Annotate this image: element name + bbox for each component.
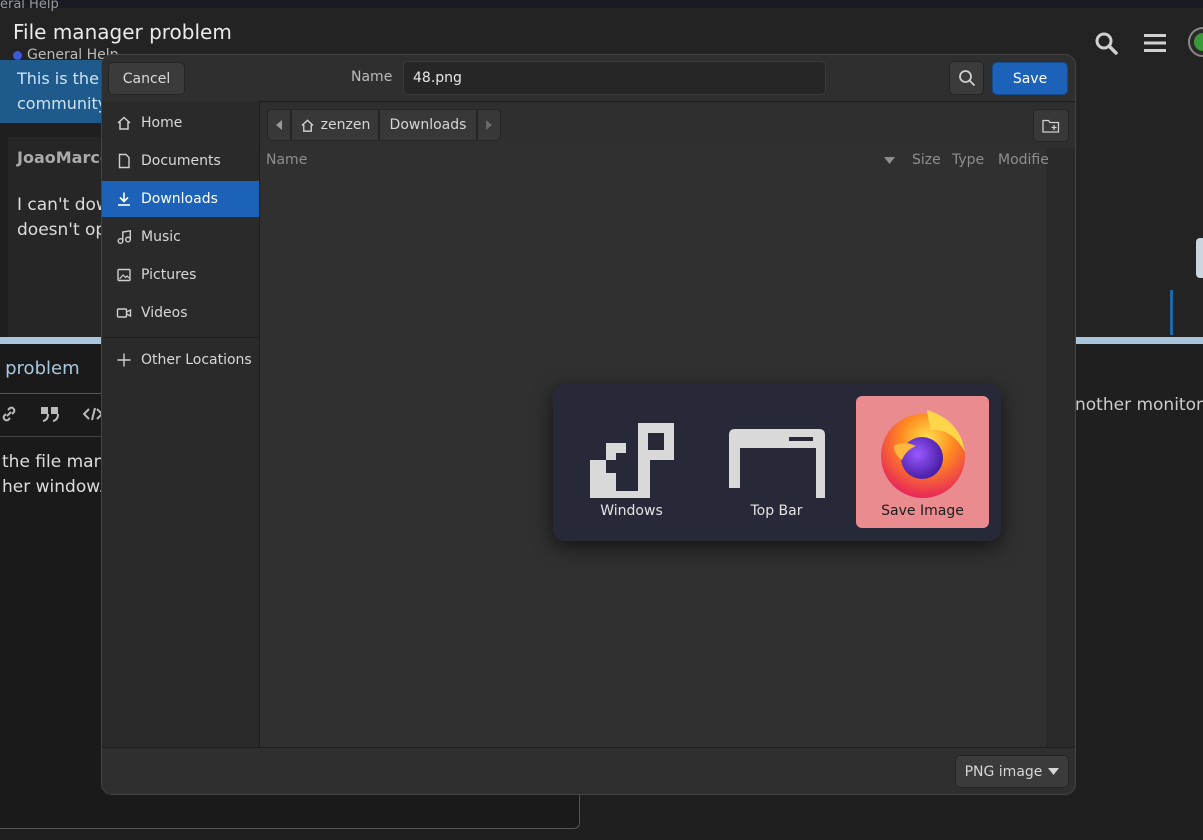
- plus-icon: [117, 353, 131, 367]
- filename-input[interactable]: [403, 61, 826, 95]
- windows-overview-icon: [590, 423, 674, 498]
- forum-breadcrumb[interactable]: eral Help: [0, 0, 59, 12]
- composer-line-2: her window.: [2, 477, 104, 497]
- sidebar-item-home[interactable]: Home: [102, 105, 259, 141]
- path-segment-label: zenzen: [320, 117, 371, 133]
- switcher-item-top-bar[interactable]: Top Bar: [710, 396, 843, 528]
- right-panel: [1075, 72, 1203, 337]
- download-icon: [118, 192, 130, 206]
- name-label: Name: [351, 69, 393, 85]
- search-icon: [958, 70, 975, 87]
- composer-line-1: the file mana: [2, 452, 115, 472]
- switcher-item-windows[interactable]: Windows: [565, 396, 698, 528]
- category-dot: [13, 50, 22, 60]
- switcher-label: Save Image: [881, 503, 964, 519]
- home-icon: [301, 118, 314, 132]
- banner-line-2: community: [17, 94, 108, 113]
- sidebar-item-documents[interactable]: Documents: [102, 143, 259, 179]
- sidebar-item-label: Documents: [141, 153, 221, 169]
- cancel-button[interactable]: Cancel: [108, 62, 185, 95]
- post-line-1: I can't dow: [17, 195, 110, 215]
- picture-icon: [117, 268, 131, 282]
- hamburger-menu-icon[interactable]: [1143, 31, 1167, 55]
- sidebar-item-label: Other Locations: [141, 352, 252, 368]
- column-name[interactable]: Name: [266, 152, 307, 168]
- path-scroll-left-button[interactable]: [267, 109, 291, 141]
- sidebar-item-videos[interactable]: Videos: [102, 295, 259, 331]
- path-segment-label: Downloads: [389, 117, 467, 133]
- path-segment-downloads[interactable]: Downloads: [379, 109, 477, 141]
- home-icon: [117, 116, 131, 130]
- window-switcher: Windows Top Bar Save Image: [553, 384, 1001, 541]
- composer-separator: [0, 393, 102, 394]
- path-bar: zenzen Downloads: [267, 109, 501, 141]
- sidebar-item-other-locations[interactable]: Other Locations: [102, 342, 259, 378]
- topic-title[interactable]: File manager problem: [13, 20, 232, 44]
- sidebar-separator: [102, 337, 259, 338]
- dialog-header: Cancel Name Save: [102, 55, 1075, 102]
- switcher-label: Top Bar: [750, 503, 803, 519]
- quote-icon[interactable]: [40, 405, 60, 423]
- sidebar-item-label: Videos: [141, 305, 188, 321]
- switcher-item-save-image[interactable]: Save Image: [856, 396, 989, 528]
- dialog-footer: PNG image: [102, 747, 1075, 794]
- timeline-line: [1170, 290, 1173, 335]
- preview-text: nother monitor o: [1075, 395, 1203, 415]
- list-scroll-area[interactable]: [1046, 148, 1075, 747]
- code-icon[interactable]: [83, 405, 103, 423]
- path-segment-home[interactable]: zenzen: [291, 109, 379, 141]
- sidebar-item-label: Home: [141, 115, 183, 131]
- post-body: I can't dow doesn't op: [17, 193, 110, 243]
- new-folder-icon: [1042, 119, 1060, 133]
- file-type-label: PNG image: [964, 763, 1043, 780]
- new-folder-button[interactable]: [1033, 109, 1069, 142]
- sidebar-item-downloads[interactable]: Downloads: [102, 181, 259, 217]
- top-bar-icon: [729, 429, 825, 498]
- save-button[interactable]: Save: [992, 62, 1068, 95]
- sidebar-item-pictures[interactable]: Pictures: [102, 257, 259, 293]
- post-author[interactable]: JoaoMarco: [17, 148, 111, 167]
- chevron-left-icon: [276, 120, 282, 130]
- document-icon: [118, 153, 130, 169]
- music-icon: [117, 229, 131, 244]
- right-panel-button[interactable]: [1196, 238, 1203, 278]
- column-headers: Name Size Type Modifie: [260, 148, 1049, 174]
- file-type-dropdown[interactable]: PNG image: [955, 755, 1069, 788]
- chevron-down-icon: [1048, 768, 1060, 775]
- composer-toolbar-separator: [0, 436, 102, 437]
- search-icon[interactable]: [1094, 31, 1118, 55]
- firefox-icon: [881, 410, 965, 498]
- browser-top-strip: [0, 0, 1203, 8]
- composer-body[interactable]: the file mana her window.: [2, 450, 115, 500]
- path-scroll-right-button[interactable]: [477, 109, 501, 141]
- sidebar-item-label: Music: [141, 229, 181, 245]
- link-icon[interactable]: [0, 405, 18, 423]
- video-icon: [116, 308, 132, 318]
- sidebar-item-label: Pictures: [141, 267, 197, 283]
- sort-descending-icon[interactable]: [884, 157, 895, 164]
- chevron-right-icon: [486, 120, 492, 130]
- sidebar-item-label: Downloads: [141, 191, 218, 207]
- column-size[interactable]: Size: [912, 152, 941, 168]
- banner-line-1: This is the: [17, 69, 99, 88]
- switcher-label: Windows: [600, 503, 663, 519]
- search-button[interactable]: [949, 61, 984, 95]
- sidebar-item-music[interactable]: Music: [102, 219, 259, 255]
- welcome-banner: This is the community: [0, 60, 110, 123]
- column-modified[interactable]: Modifie: [998, 152, 1049, 168]
- composer-title: r problem: [0, 358, 80, 379]
- post-line-2: doesn't op: [17, 220, 107, 240]
- places-sidebar: Home Documents Downloads Music Pictures …: [102, 101, 260, 747]
- column-type[interactable]: Type: [952, 152, 984, 168]
